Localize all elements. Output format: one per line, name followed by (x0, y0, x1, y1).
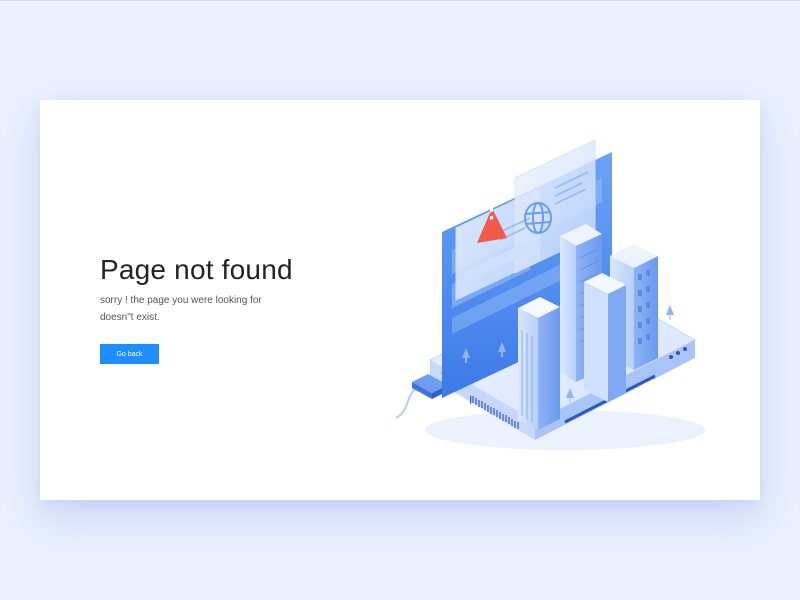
error-content: Page not found sorry ! the page you were… (100, 250, 340, 364)
error-message: sorry ! the page you were looking for do… (100, 295, 262, 323)
go-back-button[interactable]: Go back (100, 344, 159, 364)
server-illustration (395, 140, 705, 450)
error-card: Page not found sorry ! the page you were… (40, 100, 760, 500)
top-border (0, 0, 800, 1)
page-title: Page not found (100, 254, 293, 285)
indicator-light (676, 351, 680, 355)
